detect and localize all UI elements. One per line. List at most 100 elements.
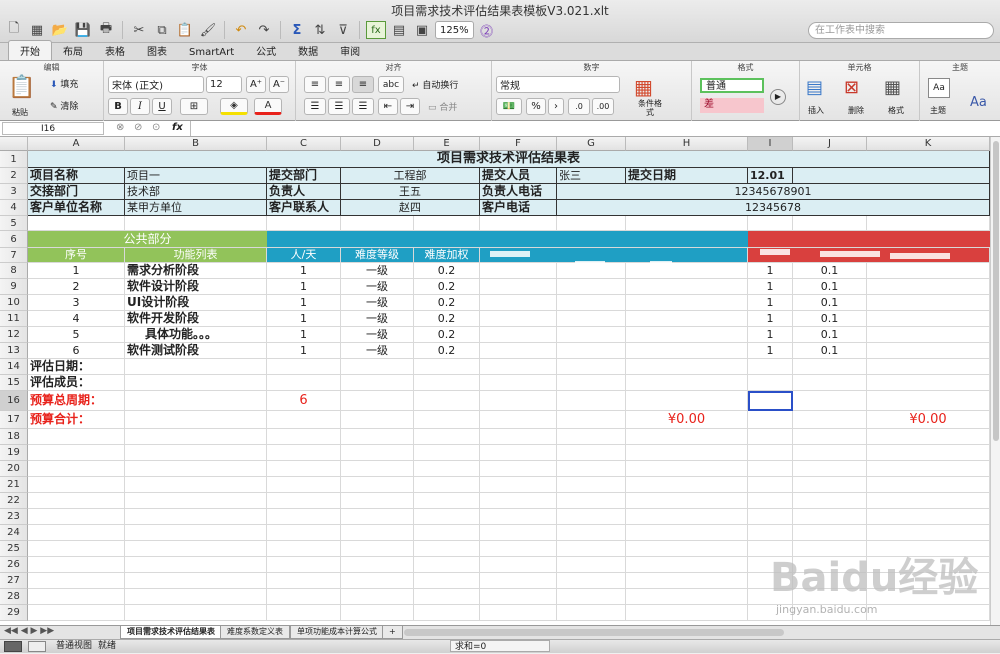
grid-cell[interactable] [867, 327, 990, 343]
grid-cell[interactable] [867, 605, 990, 621]
grid-cell[interactable] [748, 477, 793, 493]
grid-cell[interactable] [557, 445, 626, 461]
grid-cell[interactable] [28, 557, 125, 573]
row-header[interactable]: 22 [0, 493, 28, 509]
align-middle-button[interactable]: ≡ [328, 76, 350, 93]
grid-cell[interactable] [341, 445, 414, 461]
grid-cell[interactable] [557, 295, 626, 311]
row-header[interactable]: 19 [0, 445, 28, 461]
grid-cell[interactable] [557, 509, 626, 525]
grid-cell[interactable] [341, 525, 414, 541]
page-layout-view-icon[interactable] [28, 641, 46, 652]
cancel-icon[interactable]: ⊗ [116, 122, 124, 133]
formula-input[interactable] [190, 121, 998, 136]
tab-smartart[interactable]: SmartArt [178, 45, 245, 60]
fill-color-button[interactable]: ◈ [220, 98, 248, 115]
grid-cell[interactable] [867, 509, 990, 525]
grid-cell[interactable] [793, 445, 867, 461]
grid-cell[interactable] [414, 359, 480, 375]
grid-cell[interactable] [480, 461, 557, 477]
grid-cell[interactable] [867, 263, 990, 279]
grid-cell[interactable] [867, 391, 990, 411]
grid-cell[interactable] [267, 605, 341, 621]
gallery-toggle-icon[interactable]: ▤ [389, 21, 409, 39]
font-size-select[interactable]: 12 [206, 76, 242, 93]
percent-button[interactable]: % [526, 98, 546, 115]
grid-cell[interactable] [557, 573, 626, 589]
grid-cell[interactable] [125, 541, 267, 557]
grid-cell[interactable] [28, 461, 125, 477]
grid-cell[interactable] [748, 493, 793, 509]
grid-cell[interactable] [28, 605, 125, 621]
select-all-corner[interactable] [0, 137, 28, 151]
grid-cell[interactable] [125, 557, 267, 573]
grid-cell[interactable] [867, 445, 990, 461]
help-icon[interactable]: ⓶ [477, 21, 497, 40]
grid-cell[interactable] [28, 477, 125, 493]
tab-review[interactable]: 审阅 [329, 41, 371, 60]
grid-cell[interactable] [414, 525, 480, 541]
outdent-button[interactable]: ⇤ [378, 98, 398, 115]
row-header[interactable]: 21 [0, 477, 28, 493]
grid-cell[interactable] [867, 279, 990, 295]
column-header[interactable]: A [28, 137, 125, 151]
grid-cell[interactable] [341, 573, 414, 589]
name-box[interactable]: I16 [2, 122, 104, 135]
grid-cell[interactable] [414, 573, 480, 589]
grid-cell[interactable] [414, 375, 480, 391]
column-header[interactable]: E [414, 137, 480, 151]
delete-cells-icon[interactable]: ⊠ [844, 77, 859, 98]
grid-cell[interactable] [626, 279, 748, 295]
grid-cell[interactable] [793, 477, 867, 493]
orientation-button[interactable]: abc [378, 76, 404, 93]
grid-cell[interactable] [414, 541, 480, 557]
grid-cell[interactable] [557, 477, 626, 493]
grid-cell[interactable] [557, 279, 626, 295]
tab-tables[interactable]: 表格 [94, 41, 136, 60]
grid-cell[interactable] [267, 375, 341, 391]
grid-cell[interactable] [28, 493, 125, 509]
row-header[interactable]: 10 [0, 295, 28, 311]
grid-cell[interactable] [557, 311, 626, 327]
decrease-font-button[interactable]: A⁻ [269, 76, 289, 93]
grid-cell[interactable] [793, 391, 867, 411]
grid-cell[interactable] [626, 216, 748, 231]
grid-cell[interactable] [28, 589, 125, 605]
grid-cell[interactable] [480, 493, 557, 509]
tab-layout[interactable]: 布局 [52, 41, 94, 60]
row-header[interactable]: 29 [0, 605, 28, 621]
grid-cell[interactable] [480, 445, 557, 461]
tab-data[interactable]: 数据 [287, 41, 329, 60]
insert-cells-icon[interactable]: ▤ [806, 77, 823, 98]
grid-cell[interactable] [341, 391, 414, 411]
clear-button[interactable]: ✎ 清除 [50, 99, 78, 112]
increase-decimal-button[interactable]: .0 [568, 98, 590, 115]
grid-cell[interactable] [867, 295, 990, 311]
column-header[interactable]: D [341, 137, 414, 151]
filter-icon[interactable]: ⊽ [333, 21, 353, 39]
grid-cell[interactable] [267, 216, 341, 231]
grid-cell[interactable] [748, 461, 793, 477]
grid-cell[interactable] [125, 461, 267, 477]
grid-cell[interactable] [480, 525, 557, 541]
grid-cell[interactable] [341, 216, 414, 231]
sheet-tab-main[interactable]: 项目需求技术评估结果表 [120, 626, 222, 639]
grid-cell[interactable] [125, 509, 267, 525]
grid-cell[interactable] [867, 525, 990, 541]
function-icon[interactable]: fx [366, 21, 386, 39]
grid-cell[interactable] [28, 429, 125, 445]
grid-cell[interactable] [557, 411, 626, 429]
grid-cell[interactable] [626, 359, 748, 375]
copy-icon[interactable]: ⧉ [152, 21, 172, 39]
grid-cell[interactable] [125, 573, 267, 589]
grid-cell[interactable] [125, 605, 267, 621]
grid-cell[interactable] [125, 429, 267, 445]
style-normal[interactable]: 普通 [700, 78, 764, 93]
grid-cell[interactable] [480, 509, 557, 525]
grid-cell[interactable] [867, 375, 990, 391]
grid-cell[interactable] [557, 605, 626, 621]
align-left-button[interactable]: ☰ [304, 98, 326, 115]
grid-cell[interactable] [341, 375, 414, 391]
grid-cell[interactable] [748, 525, 793, 541]
grid-cell[interactable] [793, 411, 867, 429]
